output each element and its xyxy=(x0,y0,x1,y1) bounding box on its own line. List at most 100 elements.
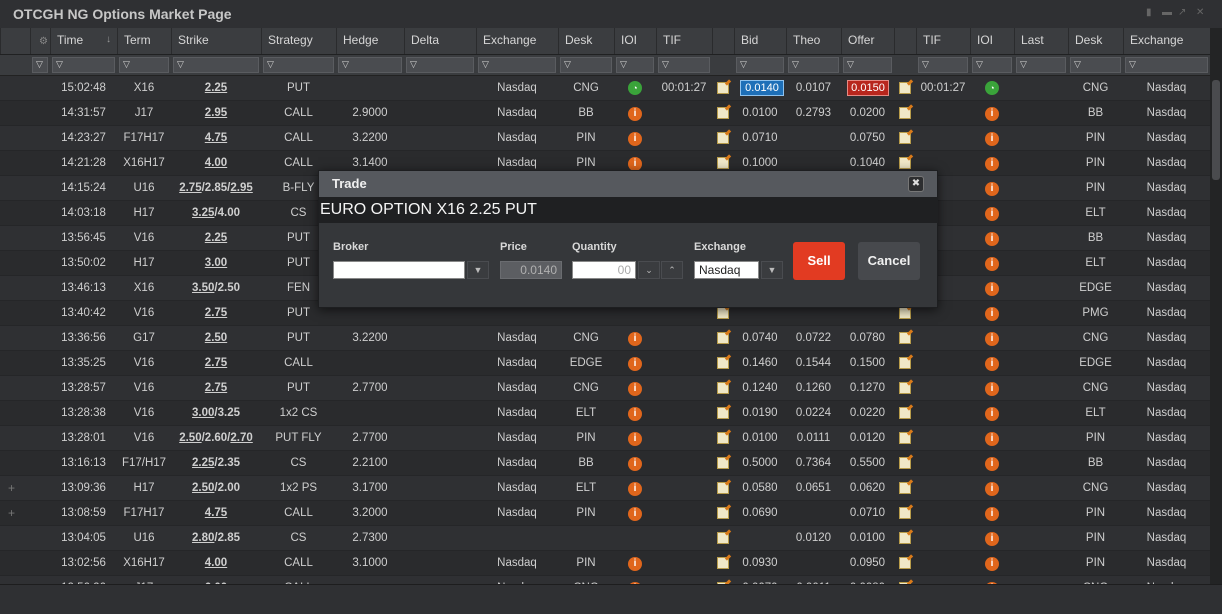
info-icon[interactable]: i xyxy=(985,207,999,221)
edit-note-icon[interactable] xyxy=(899,457,911,469)
cell-note[interactable] xyxy=(712,101,734,125)
cell-note-2[interactable] xyxy=(894,101,916,125)
edit-note-icon[interactable] xyxy=(899,507,911,519)
close-window-icon[interactable]: ✕ xyxy=(1196,7,1204,18)
edit-note-icon[interactable] xyxy=(899,307,911,319)
cell-strike[interactable]: 4.75 xyxy=(171,126,261,150)
info-icon[interactable]: i xyxy=(985,357,999,371)
cell-note[interactable] xyxy=(712,401,734,425)
cell-strike[interactable]: 2.75 xyxy=(171,376,261,400)
cell-note[interactable] xyxy=(712,76,734,100)
info-icon[interactable]: i xyxy=(985,507,999,521)
edit-note-icon[interactable] xyxy=(717,432,729,444)
cell-strike[interactable]: 2.75 xyxy=(171,351,261,375)
cell-ioi[interactable]: i xyxy=(614,101,656,125)
cell-ioi[interactable]: i xyxy=(614,551,656,575)
table-row[interactable]: +13:09:36 H17 2.50/2.00 1x2 PS 3.1700 Nasdaq E… xyxy=(0,476,1210,501)
cell-offer[interactable]: 0.0750 xyxy=(841,126,894,150)
cell-ioi-2[interactable]: i xyxy=(970,451,1014,475)
column-header-plus[interactable] xyxy=(0,28,30,54)
column-header-tif2[interactable]: TIF xyxy=(916,28,970,54)
cell-note[interactable] xyxy=(712,126,734,150)
edit-note-icon[interactable] xyxy=(717,107,729,119)
table-row[interactable]: 13:16:13 F17/H17 2.25/2.35 CS 2.2100 Nasdaq BB… xyxy=(0,451,1210,476)
cell-ioi-2[interactable]: i xyxy=(970,401,1014,425)
edit-note-icon[interactable] xyxy=(717,157,729,169)
sell-button[interactable]: Sell xyxy=(793,242,845,280)
column-header-ioi2[interactable]: IOI xyxy=(970,28,1014,54)
info-icon[interactable]: i xyxy=(985,132,999,146)
cell-ioi-2[interactable]: i xyxy=(970,351,1014,375)
edit-note-icon[interactable] xyxy=(899,407,911,419)
cell-ioi[interactable]: i xyxy=(614,401,656,425)
minimize-icon[interactable]: ▬ xyxy=(1162,7,1172,18)
cell-strike[interactable]: 3.00/3.25 xyxy=(171,401,261,425)
cell-note-2[interactable] xyxy=(894,76,916,100)
cell-ioi[interactable] xyxy=(614,526,656,550)
cell-note[interactable] xyxy=(712,526,734,550)
scrollbar-thumb[interactable] xyxy=(1212,80,1220,180)
edit-note-icon[interactable] xyxy=(899,332,911,344)
cell-ioi[interactable]: i xyxy=(614,326,656,350)
column-header-term[interactable]: Term xyxy=(117,28,171,54)
info-icon[interactable]: i xyxy=(985,107,999,121)
table-row[interactable]: +13:08:59 F17H17 4.75 CALL 3.2000 Nasdaq PIN i 0… xyxy=(0,501,1210,526)
edit-note-icon[interactable] xyxy=(717,532,729,544)
cell-strike[interactable]: 2.75 xyxy=(171,301,261,325)
cell-ioi-2[interactable]: ◔ xyxy=(970,76,1014,100)
edit-note-icon[interactable] xyxy=(899,532,911,544)
cell-ioi-2[interactable]: i xyxy=(970,126,1014,150)
column-header-note2[interactable] xyxy=(894,28,916,54)
gear-icon[interactable]: ⚙ xyxy=(39,36,48,47)
info-icon[interactable]: i xyxy=(985,282,999,296)
cell-note-2[interactable] xyxy=(894,501,916,525)
cell-offer[interactable]: 0.1500 xyxy=(841,351,894,375)
column-header-ioi[interactable]: IOI xyxy=(614,28,656,54)
cell-note[interactable] xyxy=(712,351,734,375)
cell-note[interactable] xyxy=(712,551,734,575)
cell-strike[interactable]: 2.25/2.35 xyxy=(171,451,261,475)
info-icon[interactable]: i xyxy=(628,382,642,396)
info-icon[interactable]: i xyxy=(985,257,999,271)
cell-bid[interactable]: 0.1460 xyxy=(734,351,786,375)
exchange-dropdown-chevron-icon[interactable]: ▼ xyxy=(761,261,783,279)
cell-ioi[interactable]: i xyxy=(614,501,656,525)
edit-note-icon[interactable] xyxy=(717,82,729,94)
cell-note-2[interactable] xyxy=(894,351,916,375)
cell-ioi-2[interactable]: i xyxy=(970,176,1014,200)
cell-strike[interactable]: 3.50/2.50 xyxy=(171,276,261,300)
cell-strike[interactable]: 2.95 xyxy=(171,101,261,125)
filter-ioi[interactable]: ▽ xyxy=(616,57,654,73)
cell-offer[interactable]: 0.5500 xyxy=(841,451,894,475)
bid-highlight[interactable]: 0.0140 xyxy=(740,80,784,96)
table-row[interactable]: 13:02:56 X16H17 4.00 CALL 3.1000 Nasdaq PIN i 0.… xyxy=(0,551,1210,576)
cell-note[interactable] xyxy=(712,451,734,475)
table-row[interactable]: 14:23:27 F17H17 4.75 CALL 3.2200 Nasdaq PIN i 0.… xyxy=(0,126,1210,151)
cell-ioi[interactable]: i xyxy=(614,351,656,375)
column-header-desk2[interactable]: Desk xyxy=(1068,28,1123,54)
info-icon[interactable]: i xyxy=(628,507,642,521)
quantity-increment-chevron-up-icon[interactable]: ⌃ xyxy=(661,261,683,279)
edit-note-icon[interactable] xyxy=(717,457,729,469)
column-header-exchange[interactable]: Exchange xyxy=(476,28,558,54)
cell-offer[interactable]: 0.0100 xyxy=(841,526,894,550)
cell-offer[interactable]: 0.0200 xyxy=(841,101,894,125)
cell-note-2[interactable] xyxy=(894,526,916,550)
cell-ioi-2[interactable]: i xyxy=(970,551,1014,575)
cell-ioi-2[interactable]: i xyxy=(970,376,1014,400)
cell-offer[interactable]: 0.0710 xyxy=(841,501,894,525)
table-row[interactable]: 13:35:25 V16 2.75 CALL Nasdaq EDGE i 0.1460 0.15… xyxy=(0,351,1210,376)
edit-note-icon[interactable] xyxy=(717,407,729,419)
cell-ioi-2[interactable]: i xyxy=(970,301,1014,325)
info-icon[interactable]: i xyxy=(628,157,642,171)
info-icon[interactable]: i xyxy=(985,382,999,396)
cell-strike[interactable]: 2.25 xyxy=(171,76,261,100)
column-header-bid[interactable]: Bid xyxy=(734,28,786,54)
cell-strike[interactable]: 3.00 xyxy=(171,251,261,275)
cell-bid[interactable]: 0.0930 xyxy=(734,551,786,575)
cell-bid[interactable]: 0.0100 xyxy=(734,101,786,125)
info-icon[interactable]: i xyxy=(985,157,999,171)
table-row[interactable]: 15:02:48 X16 2.25 PUT Nasdaq CNG ◔ 00:01:27 0.01… xyxy=(0,76,1210,101)
edit-note-icon[interactable] xyxy=(717,557,729,569)
edit-note-icon[interactable] xyxy=(899,482,911,494)
